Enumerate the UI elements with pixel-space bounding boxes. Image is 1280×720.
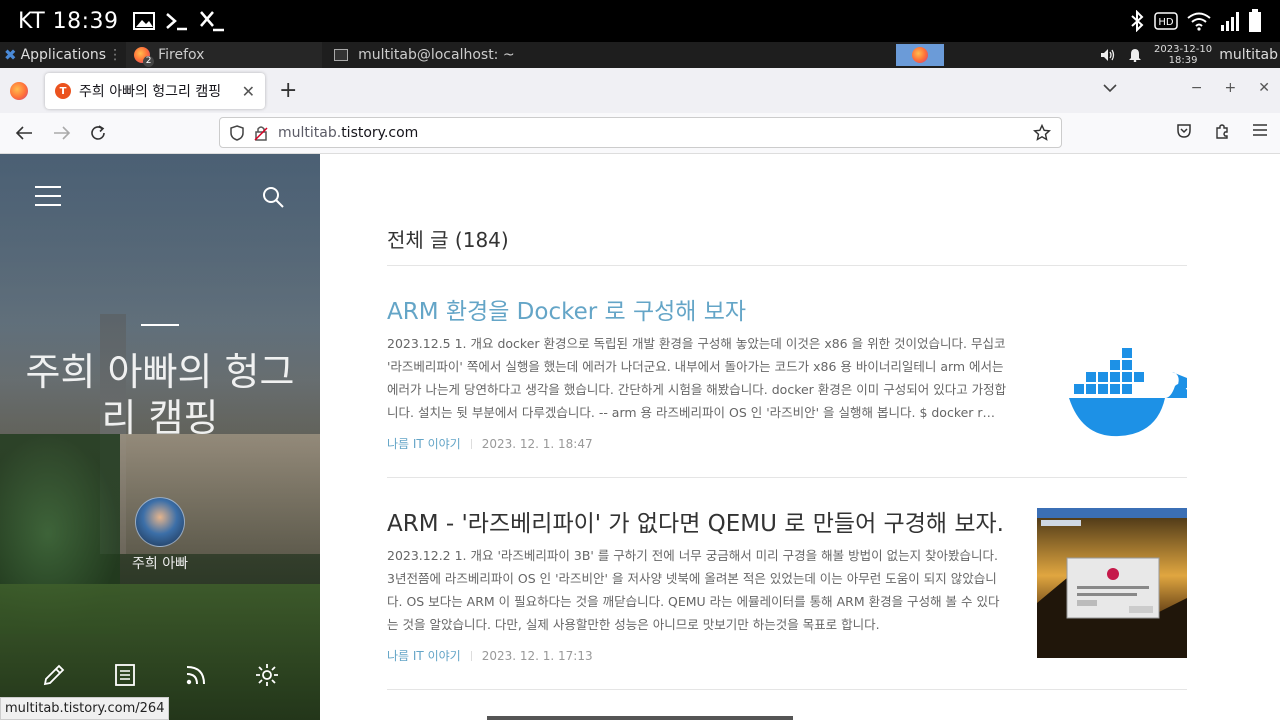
post-date: 2023. 12. 1. 18:47 xyxy=(481,436,593,451)
tab-close-icon[interactable]: ✕ xyxy=(242,82,255,101)
navigation-toolbar: multitab.tistory.com xyxy=(0,113,1280,154)
title-divider xyxy=(141,324,179,326)
hamburger-menu-icon[interactable] xyxy=(1252,123,1268,137)
write-pencil-icon[interactable] xyxy=(41,662,67,688)
taskbar-terminal[interactable]: multitab@localhost: ~ xyxy=(326,42,606,68)
firefox-view-icon[interactable] xyxy=(10,81,28,100)
menu-icon[interactable] xyxy=(35,186,61,206)
author-name: 주희 아빠 xyxy=(132,556,188,572)
sidebar-actions xyxy=(0,662,320,688)
carrier-time: KT 18:39 xyxy=(18,8,119,34)
volume-icon[interactable] xyxy=(1100,48,1116,62)
tab-blog[interactable]: T 주희 아빠의 헝그리 캠핑 ✕ xyxy=(45,73,265,109)
image-icon xyxy=(132,12,155,30)
url-bar[interactable]: multitab.tistory.com xyxy=(219,117,1062,148)
bluetooth-icon xyxy=(1131,10,1144,32)
tracking-protection-shield-icon[interactable] xyxy=(230,124,244,141)
next-post-thumbnail-edge xyxy=(487,716,793,720)
applications-menu[interactable]: ✖ Applications ⋮ xyxy=(0,42,126,68)
panel-clock[interactable]: 2023-12-10 18:39 xyxy=(1154,44,1212,66)
post-category[interactable]: 나름 IT 이야기 xyxy=(387,647,461,664)
blog-sidebar: 주희 아빠의 헝그리 캠핑 주희 아빠 xyxy=(0,154,320,720)
divider xyxy=(387,265,1187,266)
firefox-icon: 2 xyxy=(134,47,155,67)
search-icon[interactable] xyxy=(262,186,284,208)
hd-icon: HD xyxy=(1154,12,1178,30)
taskbar-firefox-label: Firefox xyxy=(158,47,205,63)
page-title: 전체 글 (184) xyxy=(387,228,509,252)
system-tray: 2023-12-10 18:39 xyxy=(1100,42,1212,68)
meta-separator xyxy=(470,438,472,449)
bookmark-star-icon[interactable] xyxy=(1033,123,1051,142)
post-summary[interactable]: 2023.12.5 1. 개요 docker 환경으로 독립된 개발 환경을 구… xyxy=(387,332,1007,424)
desktop-panel: ✖ Applications ⋮ 2 Firefox multitab@loca… xyxy=(0,42,1280,68)
taskbar-terminal-label: multitab@localhost: ~ xyxy=(358,47,515,63)
clock-date: 2023-12-10 xyxy=(1154,44,1213,55)
back-icon[interactable] xyxy=(12,125,36,141)
list-item[interactable]: ARM 환경을 Docker 로 구성해 보자 2023.12.5 1. 개요 … xyxy=(387,292,1187,451)
menu-handle-icon: ⋮ xyxy=(108,47,123,63)
post-date: 2023. 12. 1. 17:13 xyxy=(481,648,593,663)
firefox-workspace-icon xyxy=(912,47,928,63)
signal-icon xyxy=(1221,12,1239,31)
terminal-window-icon xyxy=(334,49,349,61)
link-status-url: multitab.tistory.com/264 xyxy=(0,697,170,720)
divider xyxy=(387,477,1187,478)
android-status-bar: KT 18:39 HD xyxy=(0,0,1280,42)
rss-icon[interactable] xyxy=(183,662,209,688)
notification-bell-icon[interactable] xyxy=(1128,48,1142,62)
raspberry-pi-desktop-thumbnail[interactable] xyxy=(1037,508,1187,658)
x-terminal-icon xyxy=(199,11,224,32)
workspace-active-window[interactable] xyxy=(896,44,944,66)
blog-title[interactable]: 주희 아빠의 헝그리 캠핑 xyxy=(20,349,300,441)
extensions-icon[interactable] xyxy=(1214,123,1230,139)
maximize-icon[interactable]: + xyxy=(1225,80,1237,96)
reload-icon[interactable] xyxy=(86,124,110,142)
post-category[interactable]: 나름 IT 이야기 xyxy=(387,435,461,452)
tistory-favicon-icon: T xyxy=(55,83,71,99)
post-list: 전체 글 (184) ARM 환경을 Docker 로 구성해 보자 2023.… xyxy=(320,154,1280,720)
svg-text:HD: HD xyxy=(1158,17,1174,28)
xfce-icon: ✖ xyxy=(4,46,17,64)
forward-icon[interactable] xyxy=(50,125,74,141)
close-window-icon[interactable]: ✕ xyxy=(1258,80,1270,96)
list-item[interactable]: ARM - '라즈베리파이' 가 없다면 QEMU 로 만들어 구경해 보자. … xyxy=(387,504,1187,663)
list-all-tabs-icon[interactable] xyxy=(1103,83,1117,93)
divider xyxy=(387,689,1187,690)
minimize-icon[interactable]: − xyxy=(1191,80,1203,96)
taskbar-firefox[interactable]: 2 Firefox xyxy=(126,42,323,68)
panel-user[interactable]: multitab xyxy=(1219,47,1278,63)
terminal-icon xyxy=(165,13,187,31)
new-tab-button[interactable]: + xyxy=(279,78,297,103)
window-count-badge: 2 xyxy=(143,56,155,67)
settings-gear-icon[interactable] xyxy=(254,662,280,688)
avatar[interactable] xyxy=(135,497,185,547)
meta-separator xyxy=(470,650,472,661)
url-host: tistory.com xyxy=(341,124,419,141)
applications-label: Applications xyxy=(20,47,107,63)
guestbook-icon[interactable] xyxy=(112,662,138,688)
post-summary[interactable]: 2023.12.2 1. 개요 '라즈베리파이 3B' 를 구하기 전에 너무 … xyxy=(387,544,1007,636)
pocket-icon[interactable] xyxy=(1176,123,1192,139)
url-text: multitab.tistory.com xyxy=(278,125,418,141)
wifi-icon xyxy=(1187,12,1211,31)
insecure-lock-icon[interactable] xyxy=(254,125,268,141)
clock-time: 18:39 xyxy=(1168,55,1198,66)
tab-title: 주희 아빠의 헝그리 캠핑 xyxy=(79,84,222,100)
docker-whale-thumbnail[interactable] xyxy=(1037,314,1187,464)
url-prefix: multitab. xyxy=(278,124,342,141)
tab-strip: T 주희 아빠의 헝그리 캠핑 ✕ + − + ✕ xyxy=(0,68,1280,113)
battery-icon xyxy=(1249,9,1261,32)
